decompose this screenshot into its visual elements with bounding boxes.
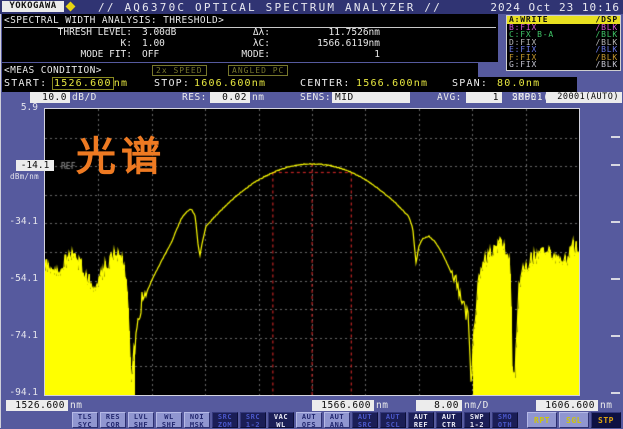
x-stop-unit: nm <box>600 400 612 411</box>
trace-g-name: G:FIX <box>509 61 537 69</box>
softkey-auto-ref[interactable]: AUTREF <box>408 412 434 428</box>
center-value[interactable]: 1566.600nm <box>356 77 428 91</box>
x-center-field[interactable]: 1566.600 <box>312 400 374 411</box>
x-start-unit: nm <box>70 400 82 411</box>
settings-row: 10.0 dB/D RES: 0.02 nm SENS: MID AVG: 1 … <box>0 92 623 106</box>
res-label: RES: <box>182 92 207 104</box>
softkey-stop-sweep[interactable]: STP <box>591 412 621 428</box>
title-bar: YOKOGAWA // AQ6370C OPTICAL SPECTRUM ANA… <box>0 0 623 14</box>
meas-condition-title: <MEAS CONDITION> <box>4 65 102 76</box>
datetime: 2024 Oct 23 10:16 <box>490 1 620 14</box>
y-label-34: -34.1 <box>2 217 38 227</box>
angled-pc-flag: ANGLED PC <box>228 65 288 76</box>
softkey-tls-sync[interactable]: TLSSYC <box>72 412 98 428</box>
span-value[interactable]: 80.0nm <box>497 77 540 91</box>
sens-field[interactable]: MID <box>332 92 410 103</box>
screen-edge <box>0 14 1 428</box>
sens-label: SENS: <box>300 92 331 104</box>
smpl-field[interactable]: 20001(AUTO) <box>546 92 622 103</box>
osa-screen: YOKOGAWA // AQ6370C OPTICAL SPECTRUM ANA… <box>0 0 623 429</box>
start-label: START: <box>4 77 47 91</box>
softkey-auto-analysis[interactable]: AUTANA <box>324 412 350 428</box>
trace-legend: A:WRITE/DSP B:FIX/BLK C:FX B-A/BLK D:FIX… <box>506 15 621 71</box>
ref-level-field[interactable]: -14.1 <box>16 160 54 171</box>
right-tick <box>611 278 620 280</box>
right-tick <box>611 164 620 166</box>
right-tick <box>611 335 620 337</box>
softkey-repeat-sweep[interactable]: RPT <box>527 412 557 428</box>
y-label-74: -74.1 <box>2 331 38 341</box>
analysis-panel: <SPECTRAL WIDTH ANALYSIS: THRESHOLD> THR… <box>2 14 498 62</box>
lambda-c-value: 1566.6119nm <box>2 38 380 49</box>
start-value[interactable]: 1526.600nm <box>52 77 128 91</box>
trace-g-mode: /BLK <box>596 61 618 69</box>
trace-row-g[interactable]: G:FIX/BLK <box>507 61 620 69</box>
instrument-title: // AQ6370C OPTICAL SPECTRUM ANALYZER // <box>98 1 442 14</box>
mode-value: 1 <box>2 49 380 60</box>
x-start-field[interactable]: 1526.600 <box>6 400 68 411</box>
y-axis-unit: dBm/nm <box>10 172 39 181</box>
res-unit: nm <box>252 92 264 104</box>
softkey-res-cor[interactable]: RESCOR <box>100 412 126 428</box>
softkey-src-1-2[interactable]: SRC1-2 <box>240 412 266 428</box>
stop-value[interactable]: 1606.600nm <box>194 77 266 91</box>
softkey-auto-search[interactable]: AUTSRC <box>352 412 378 428</box>
softkey-wl-shift[interactable]: WLSHF <box>156 412 182 428</box>
softkey-auto-scale[interactable]: AUTSCL <box>380 412 406 428</box>
avg-field[interactable]: 1 <box>466 92 502 103</box>
softkey-sweep-1-2[interactable]: SWP1-2 <box>464 412 490 428</box>
stop-label: STOP: <box>154 77 190 91</box>
right-tick <box>611 221 620 223</box>
softkey-single-sweep[interactable]: SGL <box>559 412 589 428</box>
y-label-top: 5.9 <box>2 103 38 113</box>
softkey-smooth-other[interactable]: SMOOTH <box>492 412 518 428</box>
right-tick <box>611 392 620 394</box>
delta-lambda-value: 11.7526nm <box>2 27 380 38</box>
softkey-noise-mask[interactable]: NOIMSK <box>184 412 210 428</box>
level-scale-unit: dB/D <box>72 92 97 104</box>
softkey-src-zoom[interactable]: SRCZOM <box>212 412 238 428</box>
sweep-range-row: START: 1526.600nm STOP: 1606.600nm CENTE… <box>2 77 577 92</box>
res-field[interactable]: 0.02 <box>210 92 250 103</box>
yokogawa-logo: YOKOGAWA <box>2 1 64 12</box>
avg-label: AVG: <box>437 92 462 104</box>
softkey-auto-offset[interactable]: AUTOFS <box>296 412 322 428</box>
right-tick <box>611 136 620 138</box>
annotation-text: 光谱 <box>76 134 166 180</box>
speed-flag: 2x SPEED <box>152 65 207 76</box>
smpl-label2: SMPL: <box>512 92 543 104</box>
softkey-vacuum-wl[interactable]: VACWL <box>268 412 294 428</box>
center-label: CENTER: <box>300 77 351 91</box>
x-perdiv-unit: nm/D <box>464 400 489 411</box>
softkey-lvl-shift[interactable]: LVLSHF <box>128 412 154 428</box>
x-perdiv-field[interactable]: 8.00 <box>416 400 462 411</box>
x-center-unit: nm <box>376 400 388 411</box>
yokogawa-diamond-icon <box>66 2 76 12</box>
y-label-54: -54.1 <box>2 274 38 284</box>
meas-condition-strip: <MEAS CONDITION> 2x SPEED ANGLED PC <box>2 63 478 77</box>
span-label: SPAN: <box>452 77 488 91</box>
softkey-auto-center[interactable]: AUTCTR <box>436 412 462 428</box>
y-label-94: -94.1 <box>2 388 38 398</box>
x-stop-field[interactable]: 1606.600 <box>536 400 598 411</box>
